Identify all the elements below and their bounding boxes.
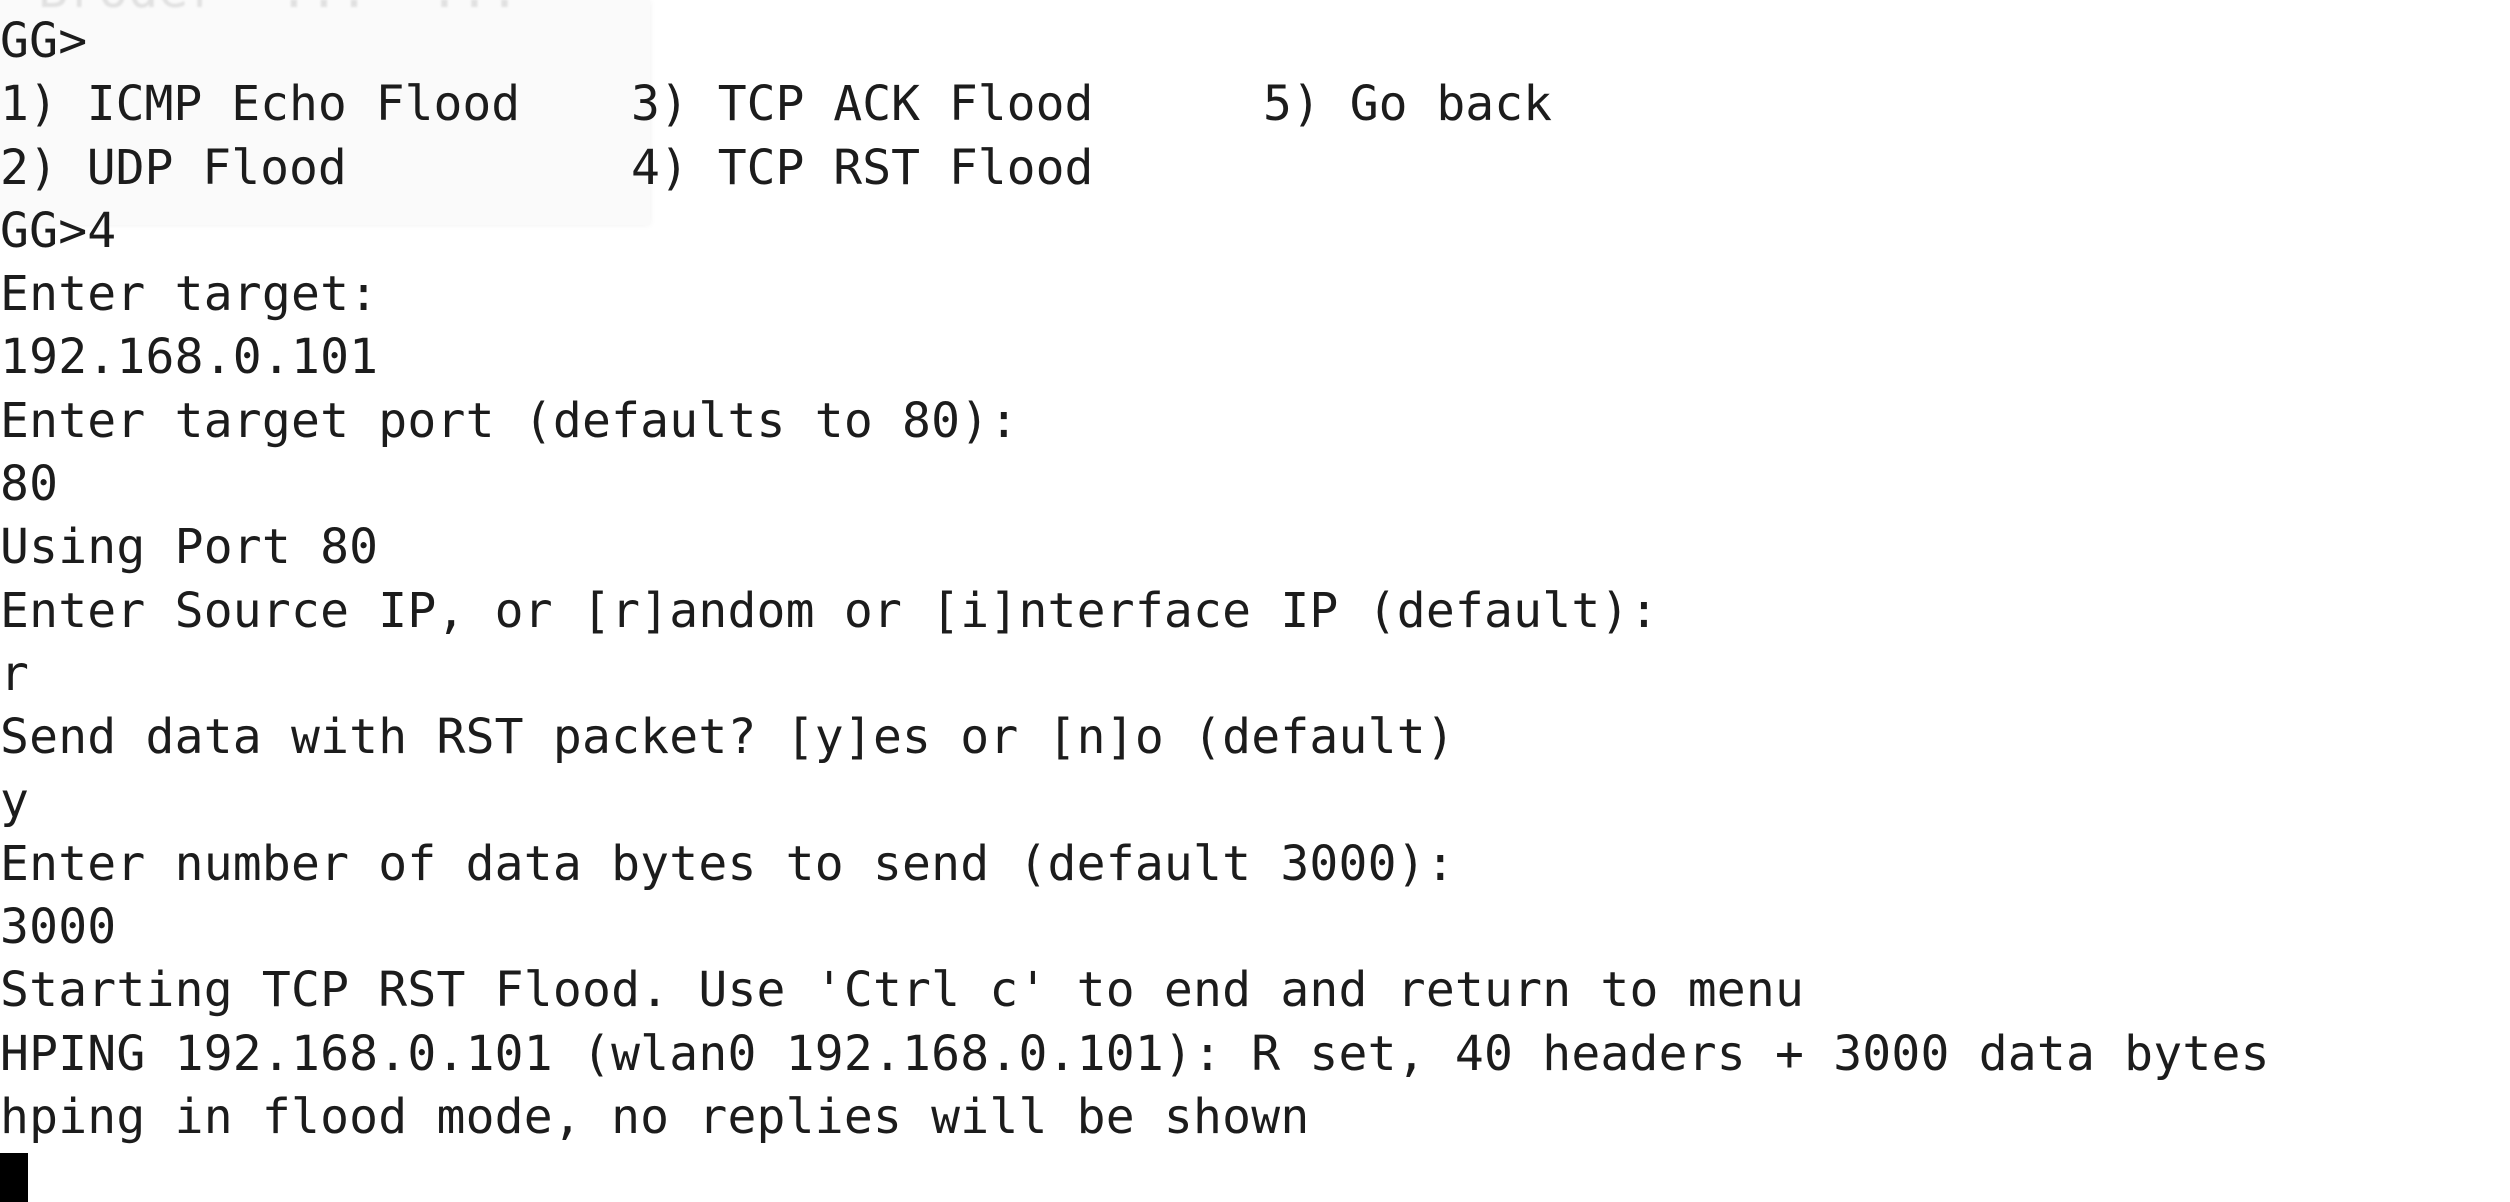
menu-option-icmp: 1) ICMP Echo Flood [0,76,521,133]
menu-row-1: 1) ICMP Echo Flood 3) TCP ACK Flood 5) G… [0,73,2510,136]
text-cursor[interactable] [0,1153,28,1202]
menu-option-udp: 2) UDP Flood [0,139,347,196]
send-value-line: y [0,772,30,829]
choice-line: GG>4 [0,202,117,259]
menu-option-tcp-ack: 3) TCP ACK Flood [631,76,1094,133]
port-value-line: 80 [0,456,59,513]
hping-line: HPING 192.168.0.101 (wlan0 192.168.0.101… [0,1025,2270,1082]
terminal-output: GG> 1) ICMP Echo Flood 3) TCP ACK Flood … [0,10,2510,1202]
enter-source-line: Enter Source IP, or [r]andom or [i]nterf… [0,582,1659,639]
target-value-line: 192.168.0.101 [0,329,379,386]
terminal-window[interactable]: Broder ... ... GG> 1) ICMP Echo Flood 3)… [0,0,2510,1202]
source-value-line: r [0,645,30,702]
starting-line: Starting TCP RST Flood. Use 'Ctrl c' to … [0,962,1805,1019]
enter-port-line: Enter target port (defaults to 80): [0,392,1019,449]
menu-option-tcp-rst: 4) TCP RST Flood [631,139,1094,196]
flood-mode-line: hping in flood mode, no replies will be … [0,1089,1310,1146]
bytes-value-line: 3000 [0,899,117,956]
enter-bytes-line: Enter number of data bytes to send (defa… [0,835,1455,892]
menu-row-2: 2) UDP Flood 4) TCP RST Flood [0,137,2510,200]
cursor-line[interactable] [0,1149,2510,1202]
send-data-line: Send data with RST packet? [y]es or [n]o… [0,709,1455,766]
menu-option-go-back: 5) Go back [1263,76,1552,133]
enter-target-line: Enter target: [0,266,379,323]
prompt-line: GG> [0,13,88,69]
using-port-line: Using Port 80 [0,519,379,576]
